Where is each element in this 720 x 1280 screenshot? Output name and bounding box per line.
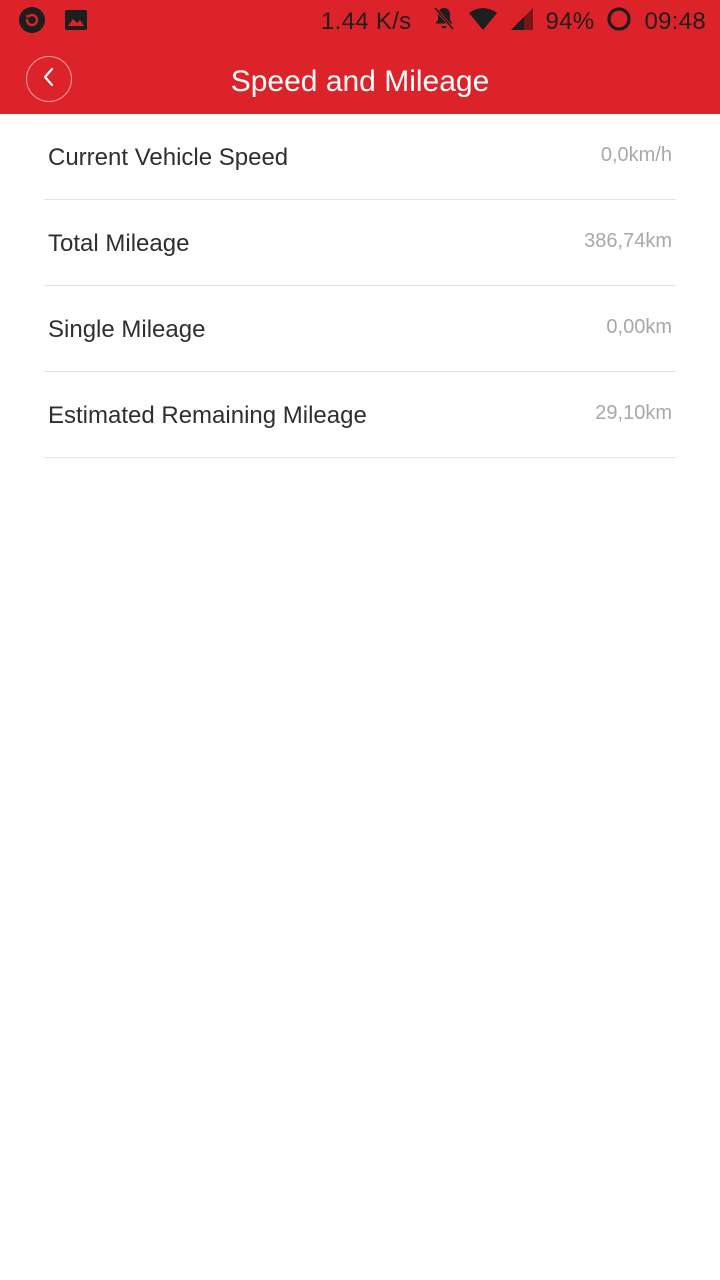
page-title: Speed and Mileage xyxy=(230,65,490,98)
status-bar-right: 1.44 K/s 94% 09:48 xyxy=(321,5,706,39)
list-item-label: Current Vehicle Speed xyxy=(48,144,289,171)
cell-signal-icon xyxy=(510,7,534,38)
list-item-label: Total Mileage xyxy=(48,230,190,257)
clock: 09:48 xyxy=(644,8,706,35)
image-icon xyxy=(64,9,88,36)
list-item-value: 0,00km xyxy=(606,316,672,338)
wifi-icon xyxy=(468,7,498,38)
network-speed: 1.44 K/s xyxy=(321,8,412,35)
status-bar-left xyxy=(18,6,88,39)
app-bar: Speed and Mileage xyxy=(0,44,720,114)
list-item-value: 0,0km/h xyxy=(600,144,672,166)
list-item-label: Estimated Remaining Mileage xyxy=(48,402,367,429)
list-item-total-mileage: Total Mileage 386,74km xyxy=(44,200,676,286)
list-item-value: 386,74km xyxy=(584,230,672,252)
list-item-label: Single Mileage xyxy=(48,316,206,343)
list-item-value: 29,10km xyxy=(595,402,672,424)
list-item-current-vehicle-speed: Current Vehicle Speed 0,0km/h xyxy=(44,114,676,200)
list-item-estimated-remaining-mileage: Estimated Remaining Mileage 29,10km xyxy=(44,372,676,458)
battery-ring-icon xyxy=(606,6,632,39)
bell-off-icon xyxy=(432,6,456,39)
list-item-single-mileage: Single Mileage 0,00km xyxy=(44,286,676,372)
sync-app-icon xyxy=(18,6,46,39)
chevron-left-icon xyxy=(39,65,59,94)
info-list: Current Vehicle Speed 0,0km/h Total Mile… xyxy=(44,114,676,458)
screen: 1.44 K/s 94% 09:48 Speed and Mileage Cur… xyxy=(0,0,720,1280)
battery-level: 94% xyxy=(545,8,595,35)
status-bar: 1.44 K/s 94% 09:48 xyxy=(0,0,720,44)
back-button[interactable] xyxy=(26,56,72,102)
